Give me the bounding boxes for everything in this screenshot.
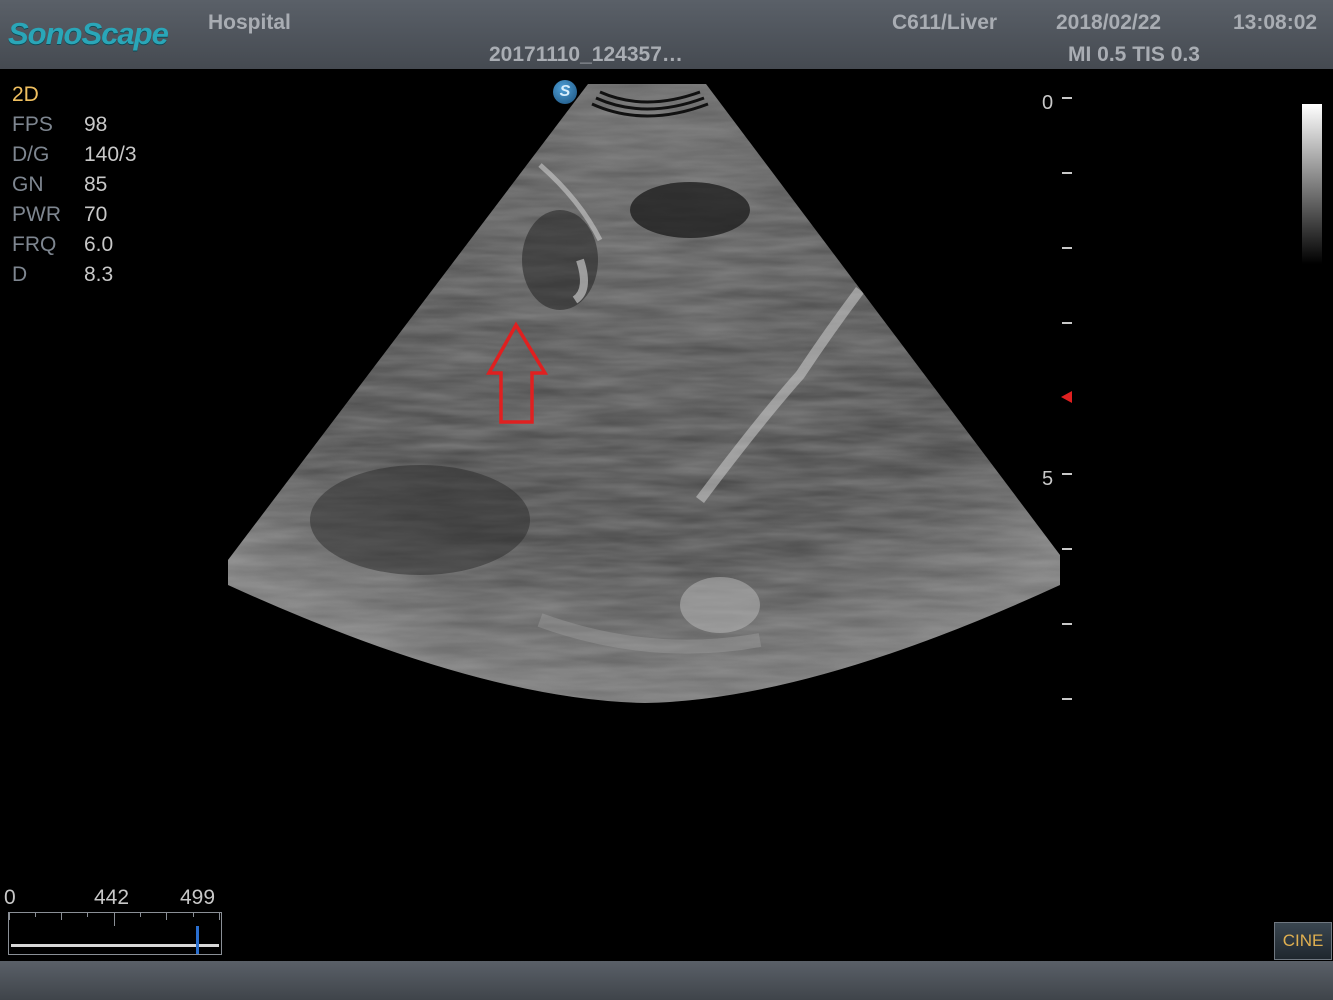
depth-tick	[1062, 623, 1072, 625]
cine-tick	[35, 912, 36, 917]
cine-tick	[140, 912, 141, 917]
depth-scale: 0 5	[1030, 90, 1080, 710]
cine-start-label: 0	[4, 886, 16, 909]
depth-tick	[1062, 247, 1072, 249]
depth-label: 0	[1042, 92, 1054, 114]
cine-track[interactable]	[8, 912, 222, 955]
depth-tick	[1062, 548, 1072, 550]
depth-tick	[1062, 698, 1072, 700]
cine-frame-cursor[interactable]	[195, 926, 199, 954]
cine-tick	[193, 912, 194, 917]
cine-button[interactable]: CINE	[1274, 922, 1332, 960]
probe-orientation-badge: S	[553, 80, 577, 104]
depth-label: 5	[1042, 468, 1054, 490]
grayscale-map-bar	[1302, 104, 1322, 264]
depth-tick	[1062, 97, 1072, 99]
bottom-status-bar	[0, 961, 1333, 1000]
cine-progress-line	[11, 944, 219, 947]
cine-loop-slider[interactable]: 0 442 499	[4, 886, 224, 958]
depth-tick	[1062, 473, 1072, 475]
cine-tick	[9, 912, 10, 920]
cine-tick	[166, 912, 167, 920]
cine-tick	[219, 912, 220, 920]
cine-tick	[61, 912, 62, 920]
cine-end-label: 499	[180, 886, 216, 909]
cine-tick	[87, 912, 88, 917]
ultrasound-sector-image	[228, 84, 1060, 703]
cine-ruler	[9, 912, 221, 913]
depth-tick	[1062, 322, 1072, 324]
cine-tick	[114, 912, 115, 926]
cine-current-label: 442	[94, 886, 130, 909]
depth-tick	[1062, 172, 1072, 174]
focus-position-marker	[1061, 391, 1072, 403]
